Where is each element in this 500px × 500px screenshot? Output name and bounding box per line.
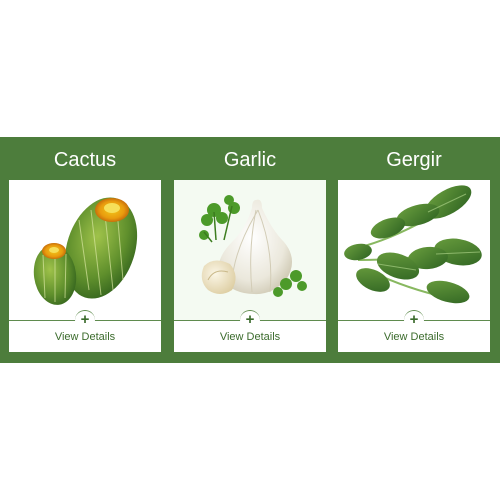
product-title: Gergir [386, 149, 442, 171]
card-footer: + View Details [9, 310, 161, 352]
view-details-link[interactable]: View Details [9, 330, 161, 344]
product-title: Cactus [53, 149, 117, 171]
plus-icon[interactable]: + [240, 310, 260, 330]
cactus-icon [33, 197, 138, 305]
product-title: Garlic [223, 149, 277, 171]
product-card-body[interactable]: + View Details [9, 180, 161, 352]
plus-icon[interactable]: + [75, 310, 95, 330]
product-card-garlic: Garlic + View Details [174, 137, 326, 363]
product-card-gergir: Gergir + View Details [338, 137, 490, 363]
cactus-image[interactable] [9, 180, 161, 320]
garlic-image[interactable] [174, 180, 326, 320]
product-band: Cactus + View Details Garlic + View Deta… [0, 137, 500, 363]
arugula-icon [344, 185, 482, 304]
product-card-body[interactable]: + View Details [338, 180, 490, 352]
view-details-link[interactable]: View Details [338, 330, 490, 344]
garlic-icon [199, 195, 307, 297]
card-footer: + View Details [174, 310, 326, 352]
card-footer: + View Details [338, 310, 490, 352]
view-details-link[interactable]: View Details [174, 330, 326, 344]
plus-icon[interactable]: + [404, 310, 424, 330]
gergir-image[interactable] [338, 180, 490, 320]
product-card-body[interactable]: + View Details [174, 180, 326, 352]
product-card-cactus: Cactus + View Details [9, 137, 161, 363]
